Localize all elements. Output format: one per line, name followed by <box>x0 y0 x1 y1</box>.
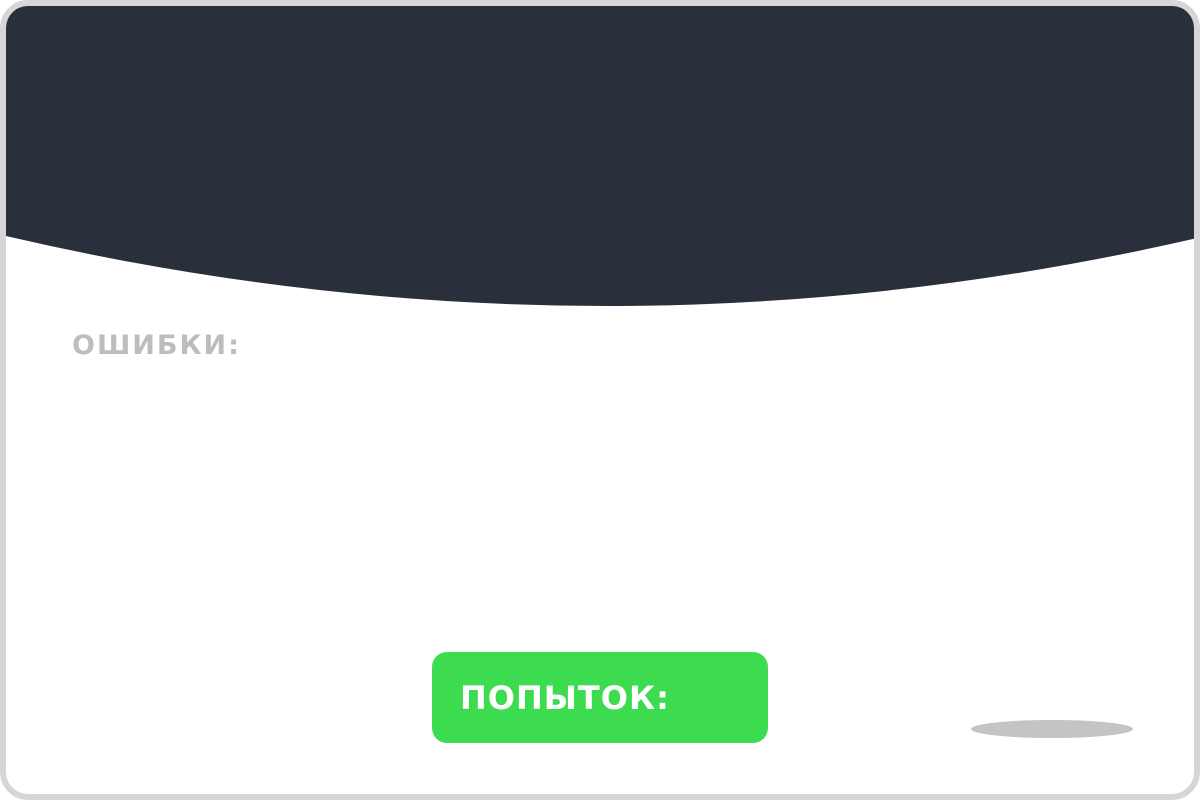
shadow-ellipse <box>971 720 1133 738</box>
character-shadow <box>971 720 1133 738</box>
header-curve-shape <box>6 6 1194 306</box>
attempts-label: ПОПЫТОК: <box>460 678 670 717</box>
attempts-counter: ПОПЫТОК: <box>432 652 768 743</box>
game-frame: ОШИБКИ: ПОПЫТОК: <box>0 0 1200 800</box>
header-banner <box>6 6 1194 306</box>
errors-label: ОШИБКИ: <box>72 330 241 361</box>
errors-counter: ОШИБКИ: <box>72 332 241 359</box>
